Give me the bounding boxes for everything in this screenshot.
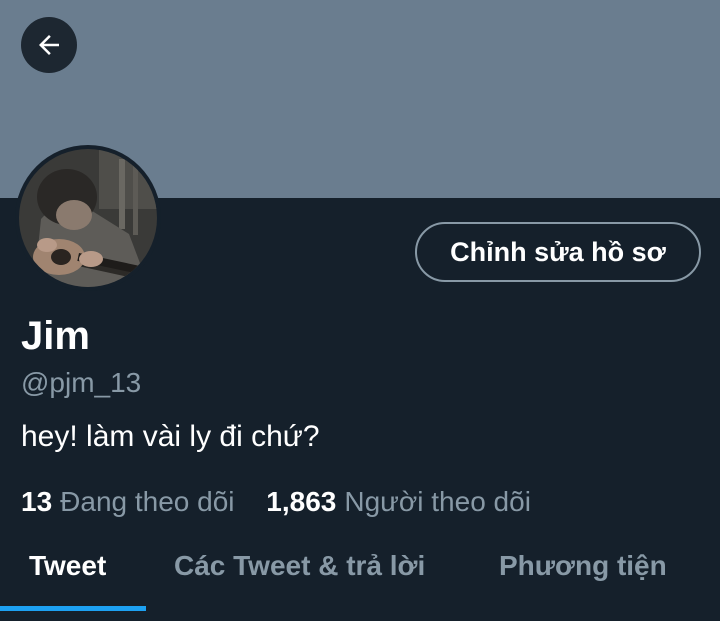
profile-bio: hey! làm vài ly đi chứ? (21, 420, 320, 453)
following-stat[interactable]: 13 Đang theo dõi (21, 484, 235, 520)
followers-label: Người theo dõi (344, 486, 531, 517)
avatar-photo (19, 149, 157, 287)
back-button[interactable] (21, 17, 77, 73)
arrow-left-icon (39, 35, 59, 55)
active-tab-indicator (0, 606, 146, 611)
profile-tabs: Tweet Các Tweet & trả lời Phương tiện (0, 540, 720, 621)
profile-stats: 13 Đang theo dõi 1,863 Người theo dõi (21, 484, 531, 520)
profile-page: Chỉnh sửa hồ sơ Jim @pjm_13 hey! làm vài… (0, 0, 720, 621)
followers-count: 1,863 (266, 486, 337, 517)
followers-stat[interactable]: 1,863 Người theo dõi (266, 484, 531, 520)
edit-profile-button[interactable]: Chỉnh sửa hồ sơ (415, 222, 701, 282)
tab-media[interactable]: Phương tiện (499, 550, 667, 582)
profile-handle: @pjm_13 (21, 367, 142, 398)
following-label: Đang theo dõi (60, 486, 235, 517)
avatar[interactable] (15, 145, 161, 291)
profile-name: Jim (21, 314, 90, 358)
following-count: 13 (21, 486, 53, 517)
tab-tweets-and-replies[interactable]: Các Tweet & trả lời (174, 550, 425, 582)
tab-tweets[interactable]: Tweet (29, 550, 106, 582)
